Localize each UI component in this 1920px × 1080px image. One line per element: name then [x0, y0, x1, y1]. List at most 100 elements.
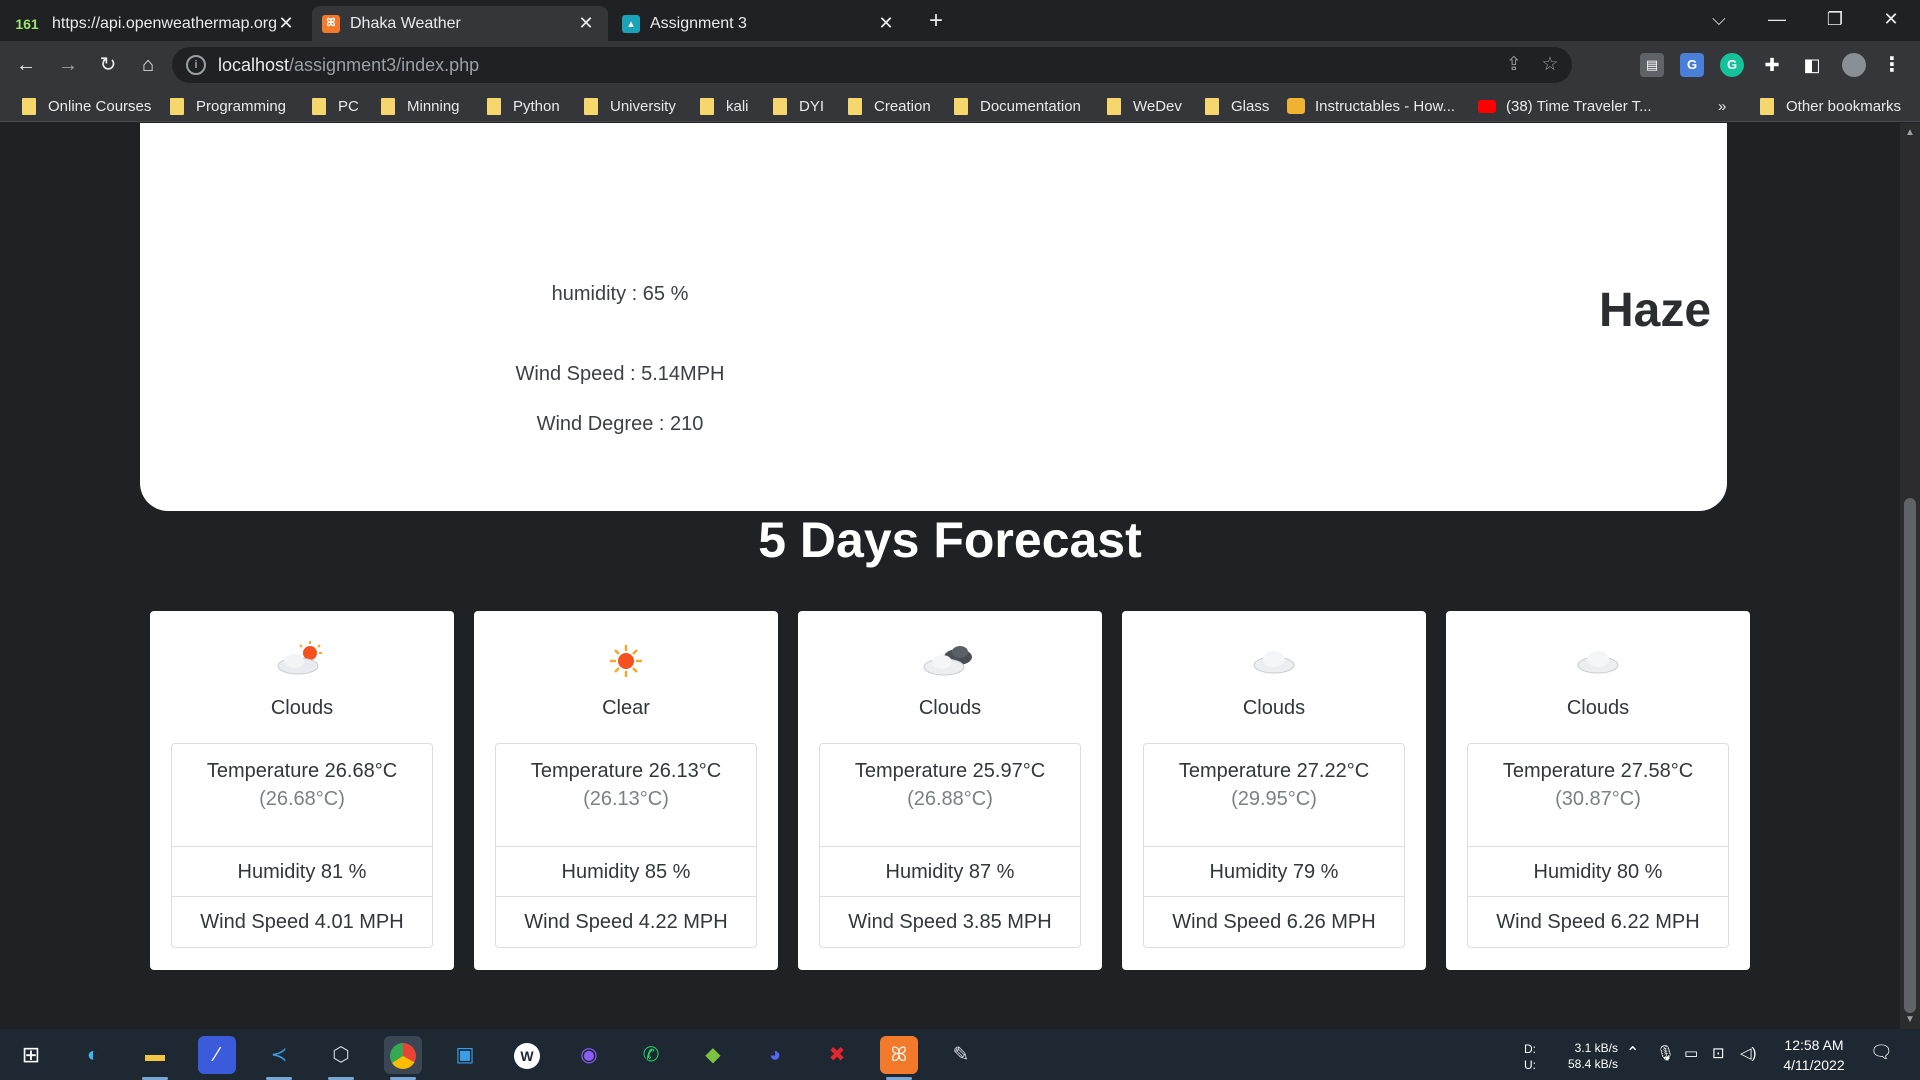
- forecast-temperature: Temperature 27.22°C (29.95°C): [1144, 760, 1404, 811]
- counter-badge-icon: 161: [15, 15, 39, 32]
- bookmark-folder[interactable]: Online Courses: [22, 95, 151, 117]
- cloud-icon: [1253, 651, 1295, 674]
- folder-icon: [381, 97, 395, 115]
- xampp-taskbar-icon[interactable]: ꕤ: [880, 1036, 918, 1080]
- youtube-icon: [1478, 99, 1496, 113]
- bookmark-folder[interactable]: PC: [312, 95, 359, 117]
- net-labels: D: U:: [1524, 1042, 1536, 1072]
- edge-icon[interactable]: ◐: [74, 1036, 112, 1074]
- bookmark-folder[interactable]: Python: [487, 95, 560, 117]
- profile-avatar[interactable]: [1842, 53, 1866, 77]
- notifications-icon[interactable]: 🗨: [1870, 1042, 1893, 1063]
- forecast-humidity: Humidity 87 %: [820, 846, 1080, 896]
- sun-behind-cloud-icon: [277, 641, 322, 675]
- codeigniter-icon[interactable]: ⁄: [198, 1036, 236, 1074]
- folder-icon: [848, 97, 862, 115]
- tray-chevron-icon[interactable]: ⌃: [1626, 1043, 1639, 1063]
- tab-dhaka-weather[interactable]: ꕤ Dhaka Weather ✕: [312, 6, 608, 41]
- bookmark-folder[interactable]: DYI: [773, 95, 824, 117]
- app-circle-icon[interactable]: W: [508, 1036, 546, 1074]
- extension-icon[interactable]: ▤: [1640, 53, 1664, 77]
- paint-icon[interactable]: ✎: [942, 1036, 980, 1074]
- forecast-condition: Clear: [602, 697, 650, 719]
- bookmark-folder[interactable]: Minning: [381, 95, 460, 117]
- instructables-icon: [1287, 98, 1305, 114]
- bookmark-folder[interactable]: kali: [700, 95, 749, 117]
- xmind-icon[interactable]: ✖: [818, 1036, 856, 1074]
- network-icon[interactable]: ⊡: [1712, 1044, 1725, 1062]
- messenger-icon[interactable]: ◉: [570, 1036, 608, 1074]
- folder-icon: [312, 97, 326, 115]
- bookmark-folder[interactable]: Creation: [848, 95, 931, 117]
- bookmark-youtube[interactable]: (38) Time Traveler T...: [1478, 95, 1652, 117]
- other-bookmarks[interactable]: Other bookmarks: [1760, 95, 1901, 117]
- bluestacks-icon[interactable]: ◆: [694, 1036, 732, 1074]
- windows-start-icon[interactable]: ⊞: [12, 1036, 50, 1074]
- bookmark-folder[interactable]: University: [584, 95, 676, 117]
- folder-icon: [22, 97, 36, 115]
- forecast-card: Clouds Temperature 26.68°C (26.68°C) Humi…: [150, 611, 454, 970]
- tab-openweathermap[interactable]: 161 https://api.openweathermap.org/ ✕: [2, 6, 308, 41]
- chrome-icon[interactable]: [384, 1036, 422, 1080]
- grammarly-icon[interactable]: G: [1720, 53, 1744, 77]
- menu-kebab-icon[interactable]: ⋮: [1880, 53, 1904, 77]
- site-info-icon[interactable]: i: [186, 55, 206, 75]
- folder-icon: [584, 97, 598, 115]
- side-panel-icon[interactable]: ◧: [1800, 53, 1824, 77]
- tab-title: Assignment 3: [650, 14, 747, 32]
- bookmark-star-icon[interactable]: ☆: [1538, 53, 1562, 77]
- tab-search-icon[interactable]: ⌵: [1690, 0, 1748, 41]
- clock-time[interactable]: 12:58 AM: [1770, 1037, 1858, 1053]
- bookmark-folder[interactable]: Glass: [1205, 95, 1269, 117]
- tab-assignment-3[interactable]: ▴ Assignment 3 ✕: [612, 6, 908, 41]
- close-tab-icon[interactable]: ✕: [276, 13, 296, 34]
- forecast-condition: Clouds: [270, 697, 334, 719]
- volume-icon[interactable]: ◁): [1740, 1044, 1757, 1062]
- forecast-wind-speed: Wind Speed 6.26 MPH: [1144, 896, 1404, 948]
- file-explorer-icon[interactable]: ▬: [136, 1036, 174, 1080]
- scroll-up-icon[interactable]: ▲: [1900, 127, 1920, 138]
- scroll-down-icon[interactable]: ▼: [1900, 1014, 1920, 1025]
- vscode-icon[interactable]: ≺: [260, 1036, 298, 1080]
- bookmark-folder[interactable]: Programming: [170, 95, 286, 117]
- new-tab-button[interactable]: +: [920, 6, 952, 38]
- scrollbar-thumb[interactable]: [1904, 498, 1916, 1013]
- current-wind-degree: Wind Degree : 210: [536, 413, 704, 435]
- forward-button[interactable]: →: [52, 49, 84, 81]
- close-window-button[interactable]: ✕: [1862, 0, 1920, 41]
- restore-button[interactable]: ❐: [1806, 0, 1864, 41]
- forecast-details: Temperature 27.22°C (29.95°C) Humidity 79…: [1143, 743, 1405, 948]
- back-button[interactable]: ←: [10, 49, 42, 81]
- minimize-button[interactable]: —: [1748, 0, 1806, 41]
- close-tab-icon[interactable]: ✕: [576, 13, 596, 34]
- microphone-icon[interactable]: 🎙: [1656, 1044, 1675, 1062]
- folder-icon: [700, 97, 714, 115]
- bookmark-instructables[interactable]: Instructables - How...: [1287, 95, 1455, 117]
- forecast-card: Clouds Temperature 27.58°C (30.87°C) Humi…: [1446, 611, 1750, 970]
- reload-button[interactable]: ↻: [92, 49, 124, 81]
- classroom-icon: ▴: [622, 14, 640, 33]
- translate-icon[interactable]: G: [1680, 53, 1704, 77]
- forecast-wind-speed: Wind Speed 4.22 MPH: [496, 896, 756, 948]
- bookmarks-overflow-button[interactable]: »: [1718, 95, 1726, 117]
- extensions-puzzle-icon[interactable]: ✚: [1760, 53, 1784, 77]
- battery-icon[interactable]: ▭: [1684, 1044, 1698, 1062]
- store-icon[interactable]: ▣: [446, 1036, 484, 1074]
- unity-icon[interactable]: ⬡: [322, 1036, 360, 1080]
- url-text[interactable]: localhost/assignment3/index.php: [218, 55, 479, 76]
- forecast-card: Clear Temperature 26.13°C (26.13°C) Humid…: [474, 611, 778, 970]
- discord-icon[interactable]: ◕: [756, 1036, 794, 1074]
- forecast-humidity: Humidity 85 %: [496, 846, 756, 896]
- clock-date[interactable]: 4/11/2022: [1770, 1057, 1858, 1073]
- whatsapp-icon[interactable]: ✆: [632, 1036, 670, 1074]
- close-tab-icon[interactable]: ✕: [876, 13, 896, 34]
- folder-icon: [487, 97, 501, 115]
- address-bar[interactable]: i localhost/assignment3/index.php ⇪ ☆: [172, 47, 1572, 83]
- page-scrollbar[interactable]: ▲ ▼: [1900, 123, 1920, 1029]
- bookmark-folder[interactable]: Documentation: [954, 95, 1081, 117]
- bookmark-folder[interactable]: WeDev: [1107, 95, 1182, 117]
- home-button[interactable]: ⌂: [132, 49, 164, 81]
- sun-icon: [610, 645, 642, 677]
- share-icon[interactable]: ⇪: [1502, 53, 1526, 77]
- forecast-temperature: Temperature 27.58°C (30.87°C): [1468, 760, 1728, 811]
